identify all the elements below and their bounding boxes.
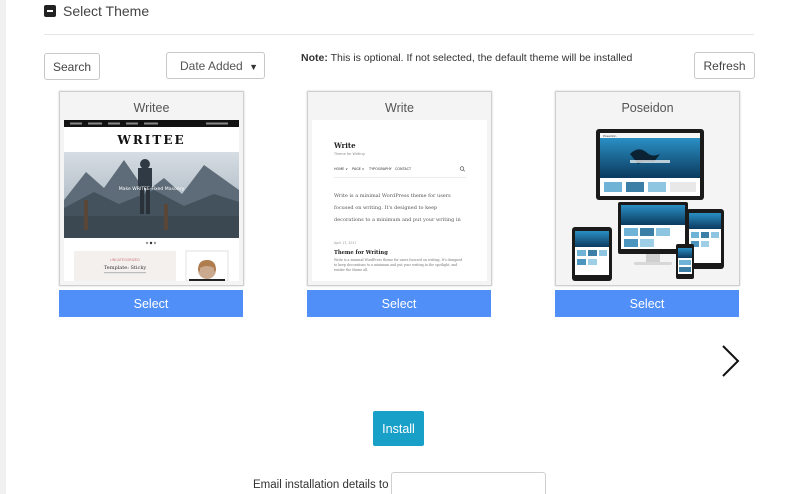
preview-post-excerpt: Write is a minimal WordPress theme for u… bbox=[334, 258, 463, 272]
preview-post-title: Theme for Writing bbox=[334, 250, 388, 256]
preview-intro: Write is a minimal WordPress theme for u… bbox=[334, 193, 461, 223]
writee-preview: WRITEE Make WRITEE Fixed Masonry UNCATEG… bbox=[64, 120, 239, 281]
email-label: Email installation details to : bbox=[253, 479, 395, 491]
preview-nav-page: PAGE ∨ bbox=[352, 167, 365, 171]
install-button[interactable]: Install bbox=[373, 411, 424, 446]
email-input[interactable] bbox=[391, 472, 546, 494]
select-button-write[interactable]: Select bbox=[307, 290, 491, 317]
refresh-button[interactable]: Refresh bbox=[694, 52, 755, 79]
search-button[interactable]: Search bbox=[44, 53, 100, 80]
preview-post-date: April 13, 2017 bbox=[334, 241, 357, 245]
minus-square-icon[interactable] bbox=[44, 5, 56, 17]
theme-card-writee[interactable]: Writee WRITEE Make WRITEE Fixed Masonry … bbox=[59, 91, 244, 286]
note-body: This is optional. If not selected, the d… bbox=[330, 52, 633, 64]
preview-nav-home: HOME ∨ bbox=[334, 167, 348, 171]
theme-thumbnail: Write Theme for Writing HOME ∨ PAGE ∨ TY… bbox=[312, 120, 487, 281]
poseidon-preview: Poseidon bbox=[560, 120, 735, 281]
chevron-right-icon[interactable] bbox=[718, 344, 744, 378]
divider bbox=[44, 34, 754, 35]
note-label: Note: bbox=[301, 52, 328, 64]
preview-nav-typography: TYPOGRAPHY bbox=[368, 167, 393, 171]
caret-down-icon: ▼ bbox=[246, 62, 258, 72]
preview-site-title: Write bbox=[333, 141, 356, 150]
theme-thumbnail: WRITEE Make WRITEE Fixed Masonry UNCATEG… bbox=[64, 120, 239, 281]
preview-card-tag: UNCATEGORIZED bbox=[110, 258, 140, 262]
theme-card-write[interactable]: Write Write Theme for Writing HOME ∨ PAG… bbox=[307, 91, 492, 286]
preview-card-title: Template: Sticky bbox=[104, 265, 147, 271]
section-header[interactable]: Select Theme bbox=[44, 2, 149, 20]
theme-thumbnail: Poseidon bbox=[560, 120, 735, 281]
note-text: Note: This is optional. If not selected,… bbox=[301, 52, 632, 64]
write-preview: Write Theme for Writing HOME ∨ PAGE ∨ TY… bbox=[312, 120, 487, 281]
select-button-writee[interactable]: Select bbox=[59, 290, 243, 317]
preview-logo: Poseidon bbox=[603, 134, 617, 138]
sort-select[interactable]: Date Added ▼ bbox=[166, 52, 265, 79]
theme-name: Poseidon bbox=[621, 101, 674, 115]
sort-select-value: Date Added bbox=[180, 58, 243, 73]
preview-logo: WRITEE bbox=[116, 133, 185, 147]
theme-name: Write bbox=[385, 101, 414, 115]
theme-name: Writee bbox=[133, 101, 170, 115]
section-title: Select Theme bbox=[63, 3, 150, 19]
preview-tagline: Theme for Writing bbox=[333, 152, 365, 156]
preview-nav-contact: CONTACT bbox=[395, 167, 412, 171]
preview-hero-text: Make WRITEE Fixed Masonry bbox=[119, 186, 185, 192]
select-button-poseidon[interactable]: Select bbox=[555, 290, 739, 317]
theme-card-poseidon[interactable]: Poseidon Poseidon bbox=[555, 91, 740, 286]
